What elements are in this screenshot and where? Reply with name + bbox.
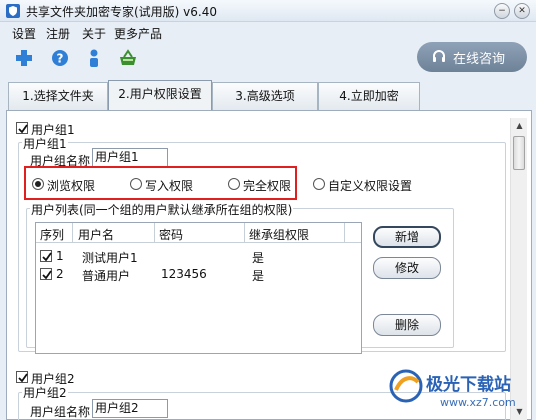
table-row[interactable]: 2 普通用户 123456 是 — [36, 266, 361, 284]
window-title: 共享文件夹加密专家(试用版) v6.40 — [26, 5, 217, 19]
watermark-brand: 极光下载站 — [426, 375, 511, 395]
user-list-title: 用户列表(同一个组的用户默认继承所在组的权限) — [30, 201, 294, 218]
title-bar: 共享文件夹加密专家(试用版) v6.40 − ✕ — [0, 0, 536, 22]
tab-user-permissions[interactable]: 2.用户权限设置 — [108, 80, 212, 111]
row-username: 普通用户 — [82, 269, 131, 283]
column-index[interactable]: 序列 — [40, 226, 64, 243]
help-icon[interactable]: ? — [50, 48, 70, 68]
watermark: 极光下载站 www.xz7.com — [388, 364, 528, 420]
online-consult-button[interactable]: 在线咨询 — [417, 42, 527, 72]
basket-icon[interactable] — [118, 48, 138, 68]
group1-checkbox[interactable] — [16, 122, 28, 134]
row-checkbox[interactable] — [40, 250, 52, 262]
svg-text:?: ? — [57, 52, 64, 66]
row-inherit: 是 — [252, 269, 265, 283]
group2-checkbox[interactable] — [16, 371, 28, 383]
row-password: 123456 — [161, 267, 207, 281]
tab-select-folder[interactable]: 1.选择文件夹 — [8, 82, 108, 110]
row-index: 1 — [56, 249, 64, 263]
menu-bar: 设置 注册 关于 更多产品 — [0, 23, 536, 41]
radio-custom-label: 自定义权限设置 — [328, 179, 413, 193]
table-header: 序列 用户名 密码 继承组权限 — [36, 223, 361, 243]
menu-register[interactable]: 注册 — [46, 25, 70, 42]
close-button[interactable]: ✕ — [514, 3, 530, 19]
app-shield-icon — [6, 4, 20, 18]
column-inherit[interactable]: 继承组权限 — [249, 226, 309, 243]
tab-encrypt-now[interactable]: 4.立即加密 — [318, 82, 420, 110]
consult-label: 在线咨询 — [453, 52, 506, 67]
menu-about[interactable]: 关于 — [82, 25, 106, 42]
radio-custom-permission[interactable] — [313, 178, 325, 190]
add-user-button[interactable]: 新增 — [373, 226, 441, 248]
group2-name-input[interactable]: 用户组2 — [92, 399, 168, 418]
menu-more-products[interactable]: 更多产品 — [114, 25, 162, 42]
menu-settings[interactable]: 设置 — [12, 25, 36, 42]
column-username[interactable]: 用户名 — [78, 226, 114, 243]
scroll-up-icon[interactable]: ▲ — [511, 118, 528, 134]
row-username: 测试用户1 — [82, 251, 138, 265]
edit-user-button[interactable]: 修改 — [373, 257, 441, 279]
row-index: 2 — [56, 267, 64, 281]
delete-user-button[interactable]: 删除 — [373, 314, 441, 336]
user-table: 序列 用户名 密码 继承组权限 1 测试用户1 是 2 普通用户 123456 … — [35, 222, 362, 354]
headset-icon — [433, 50, 445, 62]
scroll-thumb[interactable] — [513, 136, 525, 170]
user-icon[interactable] — [84, 48, 104, 68]
minimize-button[interactable]: − — [494, 3, 510, 19]
row-checkbox[interactable] — [40, 268, 52, 280]
wizard-tabs: 1.选择文件夹 2.用户权限设置 3.高级选项 4.立即加密 — [0, 80, 536, 111]
group1-name-input[interactable]: 用户组1 — [92, 148, 168, 167]
highlight-box — [24, 166, 297, 200]
group1-frame-title: 用户组1 — [22, 135, 68, 152]
tab-advanced-options[interactable]: 3.高级选项 — [212, 82, 318, 110]
group2-name-label: 用户组名称 — [30, 405, 91, 419]
column-password[interactable]: 密码 — [159, 226, 183, 243]
row-inherit: 是 — [252, 251, 265, 265]
table-row[interactable]: 1 测试用户1 是 — [36, 248, 361, 266]
watermark-url: www.xz7.com — [440, 396, 516, 409]
watermark-logo-icon — [389, 369, 423, 403]
add-icon[interactable] — [14, 48, 34, 68]
group2-frame-title: 用户组2 — [22, 384, 68, 401]
